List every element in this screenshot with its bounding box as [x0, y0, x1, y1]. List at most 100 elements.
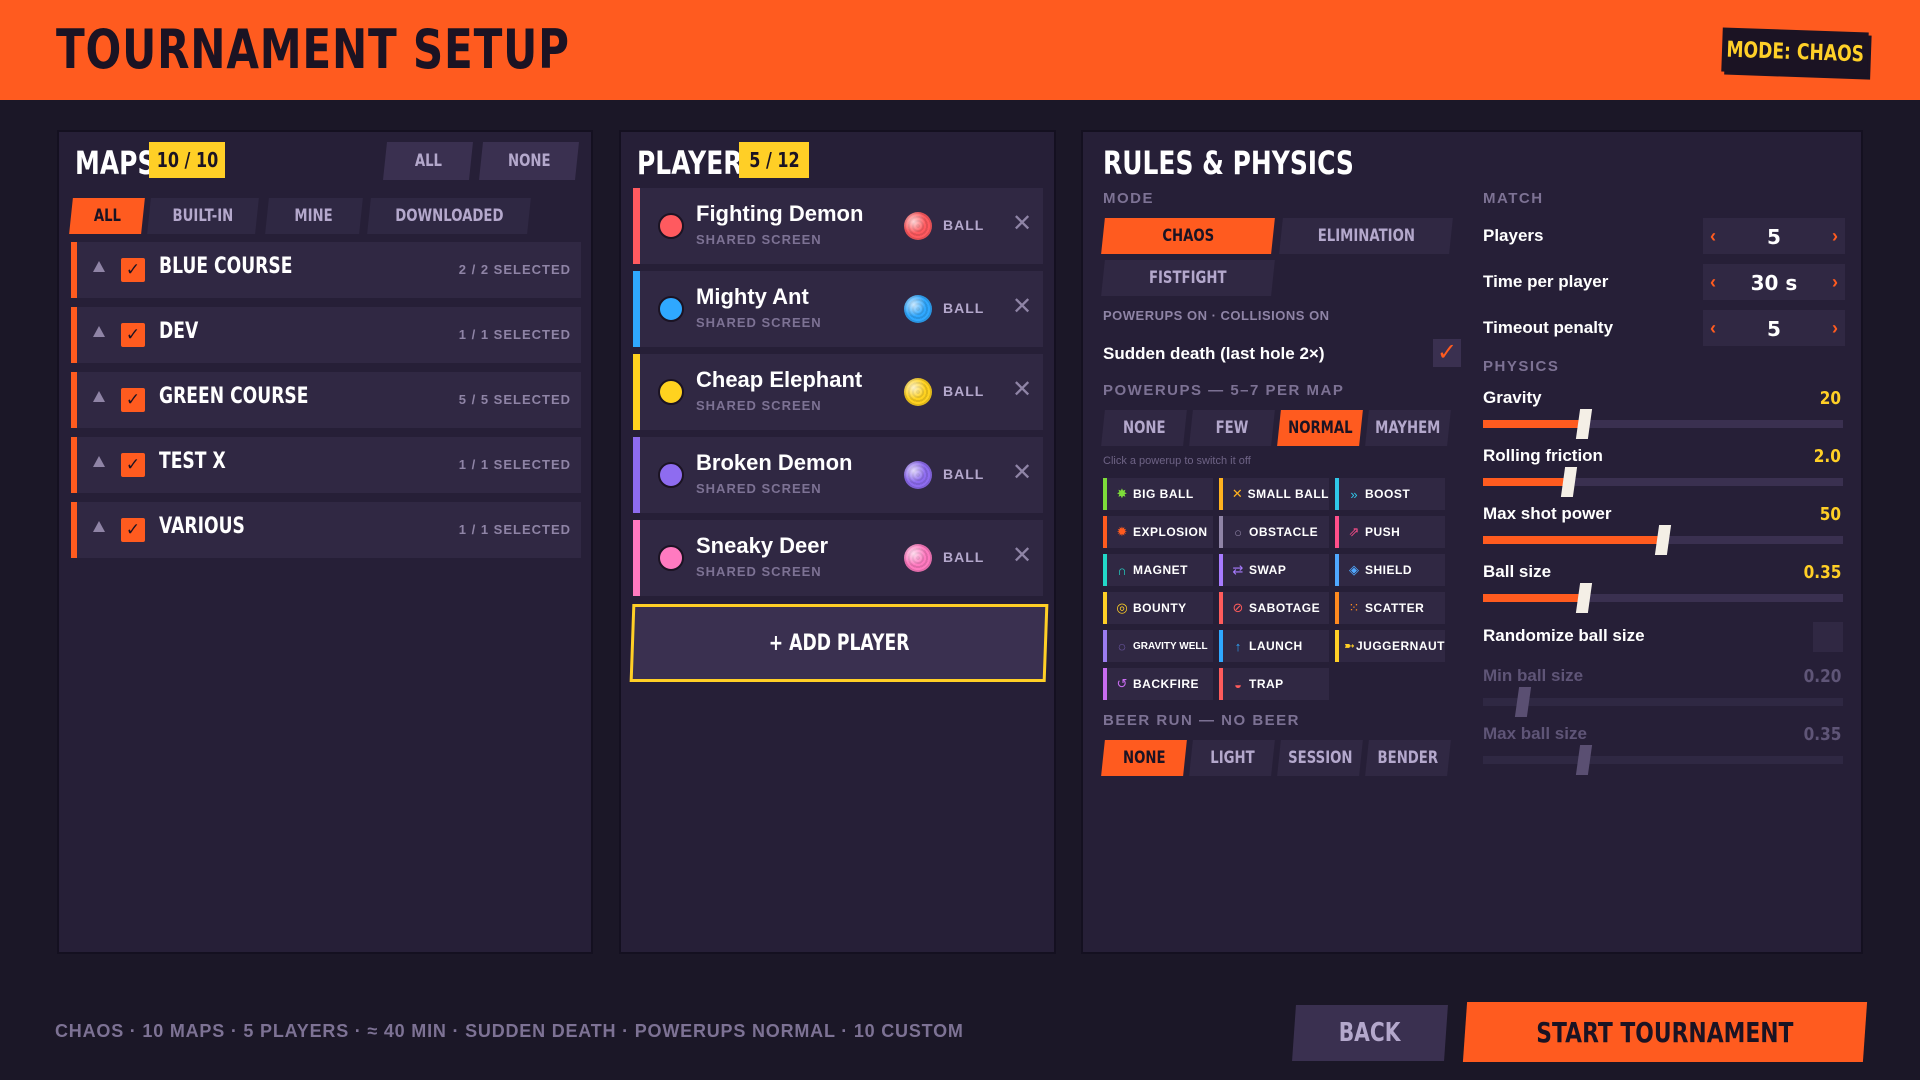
powerup-launch[interactable]: ↑ LAUNCH: [1219, 630, 1329, 662]
add-player-button[interactable]: + ADD PLAYER: [629, 604, 1049, 682]
ball-icon[interactable]: [904, 212, 932, 240]
max-shot-power-slider[interactable]: [1483, 525, 1843, 555]
mode-elimination[interactable]: ELIMINATION: [1279, 218, 1453, 254]
maps-none-button[interactable]: NONE: [479, 142, 579, 180]
slider-thumb[interactable]: [1575, 583, 1592, 613]
powerup-level-normal[interactable]: NORMAL: [1277, 410, 1363, 446]
randomize-checkbox[interactable]: [1813, 622, 1843, 652]
ball-size-slider[interactable]: [1483, 583, 1843, 613]
player-color-dot[interactable]: [658, 545, 684, 571]
close-icon[interactable]: ✕: [1008, 293, 1036, 321]
powerup-sabotage[interactable]: ⊘ SABOTAGE: [1219, 592, 1329, 624]
powerup-explosion[interactable]: ✹ EXPLOSION: [1103, 516, 1213, 548]
match-stepper[interactable]: ‹ 30 s ›: [1703, 264, 1845, 300]
gravity-slider[interactable]: [1483, 409, 1843, 439]
collapse-arrow-icon[interactable]: [93, 521, 105, 532]
collapse-arrow-icon[interactable]: [93, 391, 105, 402]
ball-icon[interactable]: [904, 378, 932, 406]
close-icon[interactable]: ✕: [1008, 459, 1036, 487]
powerup-magnet[interactable]: ∩ MAGNET: [1103, 554, 1213, 586]
slider-thumb[interactable]: [1514, 687, 1531, 717]
ball-icon[interactable]: [904, 461, 932, 489]
player-color-dot[interactable]: [658, 296, 684, 322]
powerup-big-ball[interactable]: ✸ BIG BALL: [1103, 478, 1213, 510]
player-row[interactable]: Mighty Ant SHARED SCREEN BALL ✕: [633, 271, 1043, 347]
collapse-arrow-icon[interactable]: [93, 326, 105, 337]
match-stepper[interactable]: ‹ 5 ›: [1703, 310, 1845, 346]
powerup-push[interactable]: ⇗ PUSH: [1335, 516, 1445, 548]
map-row[interactable]: ✓ GREEN COURSE 5 / 5 SELECTED: [71, 372, 581, 428]
chevron-left-icon[interactable]: ‹: [1703, 272, 1723, 293]
map-checkbox[interactable]: ✓: [121, 323, 145, 347]
beer-level-light[interactable]: LIGHT: [1189, 740, 1275, 776]
rolling-friction-slider[interactable]: [1483, 467, 1843, 497]
powerup-small-ball[interactable]: ✕ SMALL BALL: [1219, 478, 1329, 510]
slider-thumb[interactable]: [1654, 525, 1672, 555]
match-stepper[interactable]: ‹ 5 ›: [1703, 218, 1845, 254]
beer-level-none[interactable]: NONE: [1101, 740, 1187, 776]
close-icon[interactable]: ✕: [1008, 376, 1036, 404]
back-button[interactable]: BACK: [1292, 1005, 1448, 1061]
start-tournament-button[interactable]: START TOURNAMENT: [1462, 1002, 1868, 1062]
powerup-boost[interactable]: » BOOST: [1335, 478, 1445, 510]
powerup-level-mayhem[interactable]: MAYHEM: [1365, 410, 1451, 446]
player-row[interactable]: Cheap Elephant SHARED SCREEN BALL ✕: [633, 354, 1043, 430]
map-filter-all[interactable]: ALL: [69, 198, 145, 234]
chevron-right-icon[interactable]: ›: [1825, 272, 1845, 293]
powerup-shield[interactable]: ◈ SHIELD: [1335, 554, 1445, 586]
map-checkbox[interactable]: ✓: [121, 258, 145, 282]
map-filter-built-in[interactable]: BUILT-IN: [147, 198, 259, 234]
beer-level-bender[interactable]: BENDER: [1365, 740, 1451, 776]
map-row[interactable]: ✓ BLUE COURSE 2 / 2 SELECTED: [71, 242, 581, 298]
slider-thumb[interactable]: [1575, 745, 1592, 775]
player-ball-label[interactable]: BALL: [943, 549, 984, 565]
player-row[interactable]: Broken Demon SHARED SCREEN BALL ✕: [633, 437, 1043, 513]
sudden-death-checkbox[interactable]: ✓: [1433, 339, 1461, 367]
powerup-obstacle[interactable]: ○ OBSTACLE: [1219, 516, 1329, 548]
map-row[interactable]: ✓ VARIOUS 1 / 1 SELECTED: [71, 502, 581, 558]
powerup-swap[interactable]: ⇄ SWAP: [1219, 554, 1329, 586]
powerup-scatter[interactable]: ⁙ SCATTER: [1335, 592, 1445, 624]
slider-thumb[interactable]: [1561, 467, 1578, 497]
powerup-level-few[interactable]: FEW: [1189, 410, 1275, 446]
map-checkbox[interactable]: ✓: [121, 388, 145, 412]
powerup-gravity-well[interactable]: ◌ GRAVITY WELL: [1103, 630, 1213, 662]
mode-fistfight[interactable]: FISTFIGHT: [1101, 260, 1275, 296]
powerup-trap[interactable]: ◒ TRAP: [1219, 668, 1329, 700]
collapse-arrow-icon[interactable]: [93, 261, 105, 272]
collapse-arrow-icon[interactable]: [93, 456, 105, 467]
chevron-left-icon[interactable]: ‹: [1703, 226, 1723, 247]
player-color-dot[interactable]: [658, 379, 684, 405]
player-ball-label[interactable]: BALL: [943, 383, 984, 399]
player-row[interactable]: Sneaky Deer SHARED SCREEN BALL ✕: [633, 520, 1043, 596]
map-checkbox[interactable]: ✓: [121, 518, 145, 542]
powerup-juggernaut[interactable]: ➼ JUGGERNAUT: [1335, 630, 1445, 662]
map-row[interactable]: ✓ DEV 1 / 1 SELECTED: [71, 307, 581, 363]
map-filter-mine[interactable]: MINE: [265, 198, 363, 234]
mode-chaos[interactable]: CHAOS: [1101, 218, 1275, 254]
close-icon[interactable]: ✕: [1008, 542, 1036, 570]
close-icon[interactable]: ✕: [1008, 210, 1036, 238]
player-color-dot[interactable]: [658, 462, 684, 488]
ball-icon[interactable]: [904, 544, 932, 572]
map-row[interactable]: ✓ TEST X 1 / 1 SELECTED: [71, 437, 581, 493]
chevron-right-icon[interactable]: ›: [1825, 318, 1845, 339]
player-color-dot[interactable]: [658, 213, 684, 239]
chevron-left-icon[interactable]: ‹: [1703, 318, 1723, 339]
player-row[interactable]: Fighting Demon SHARED SCREEN BALL ✕: [633, 188, 1043, 264]
max-ball-size-slider[interactable]: [1483, 745, 1843, 775]
maps-all-button[interactable]: ALL: [383, 142, 473, 180]
min-ball-size-slider[interactable]: [1483, 687, 1843, 717]
beer-level-session[interactable]: SESSION: [1277, 740, 1363, 776]
map-checkbox[interactable]: ✓: [121, 453, 145, 477]
player-ball-label[interactable]: BALL: [943, 466, 984, 482]
powerup-bounty[interactable]: ◎ BOUNTY: [1103, 592, 1213, 624]
player-ball-label[interactable]: BALL: [943, 300, 984, 316]
powerup-backfire[interactable]: ↺ BACKFIRE: [1103, 668, 1213, 700]
ball-icon[interactable]: [904, 295, 932, 323]
chevron-right-icon[interactable]: ›: [1825, 226, 1845, 247]
slider-thumb[interactable]: [1575, 409, 1592, 439]
powerup-level-none[interactable]: NONE: [1101, 410, 1187, 446]
player-ball-label[interactable]: BALL: [943, 217, 984, 233]
map-filter-downloaded[interactable]: DOWNLOADED: [367, 198, 531, 234]
